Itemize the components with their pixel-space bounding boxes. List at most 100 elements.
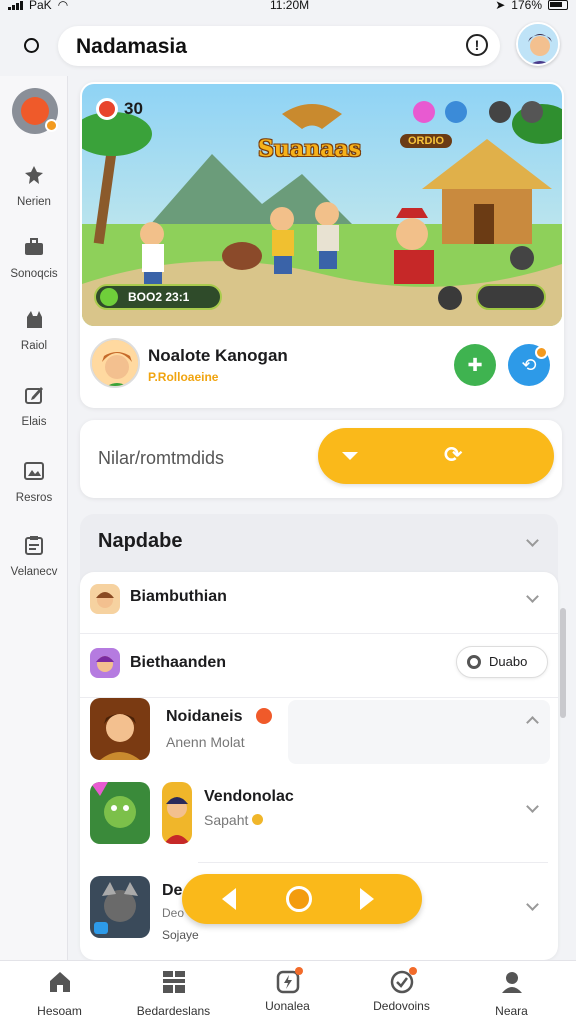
info-icon[interactable]: ! <box>466 34 488 56</box>
wifi-icon: ◠ <box>57 0 69 12</box>
previous-button[interactable] <box>222 888 236 910</box>
player-name: Noalote Kanogan <box>148 346 288 365</box>
item-name: De <box>162 882 183 899</box>
featured-game-card[interactable]: 30 Suanaas ORDIO BOO2 23:1 Noalote Kanog… <box>80 82 564 408</box>
sidebar-item-label: Velanecv <box>10 566 58 578</box>
carrier-label: PaK <box>29 0 52 12</box>
banner-action-bar[interactable] <box>476 284 546 310</box>
chevron-down-icon[interactable] <box>526 590 539 603</box>
floating-player-controls <box>182 874 422 924</box>
signal-icon <box>8 0 23 10</box>
score-ring-icon <box>96 98 118 120</box>
divider <box>198 862 548 863</box>
nav-label: Bedardeslans <box>136 1004 211 1018</box>
bolt-badge-icon <box>275 967 303 995</box>
item-name: Vendonolac <box>204 788 294 805</box>
banner-title: Suanaas <box>258 136 362 162</box>
share-icon: ⟲ <box>521 355 537 375</box>
sidebar-item-sonoqcis[interactable]: Sonoqcis <box>0 236 68 296</box>
banner-coin-counter[interactable]: BOO2 23:1 <box>94 284 222 310</box>
chevron-down-icon[interactable] <box>526 800 539 813</box>
notification-dot <box>408 967 417 975</box>
banner-score-value: 30 <box>124 99 143 118</box>
figure-icon <box>25 166 43 184</box>
sidebar-item-label: Elais <box>21 416 47 428</box>
sidebar-item-label: Raiol <box>20 340 48 352</box>
player-subtitle: P.Rolloaeine <box>148 370 219 384</box>
coin-icon <box>252 814 263 825</box>
play-button[interactable]: ✚ <box>454 344 496 386</box>
cat-icon <box>27 311 42 328</box>
chevron-down-icon[interactable] <box>526 898 539 911</box>
pill-label: Duabo <box>489 654 528 669</box>
grid-icon <box>162 971 185 993</box>
location-icon: ➤ <box>495 0 506 12</box>
list-header: Napdabe <box>98 530 183 552</box>
item-subtitle: Sapaht <box>204 812 249 828</box>
item-thumbnail-secondary[interactable] <box>162 782 192 844</box>
item-name: Noidaneis <box>166 708 243 725</box>
item-subtitle: Anenn Molat <box>166 734 245 750</box>
item-thumbnail <box>90 584 120 614</box>
item-thumbnail[interactable] <box>90 782 150 844</box>
clipboard-icon <box>25 536 43 555</box>
banner-score: 30 <box>96 98 143 120</box>
bottom-nav: Hesoam Bedardeslans Uonalea Dedovoins Ne… <box>0 960 576 1024</box>
item-thumbnail[interactable] <box>90 698 150 760</box>
game-banner[interactable]: 30 Suanaas ORDIO BOO2 23:1 <box>82 84 562 326</box>
sidebar-item-nerien[interactable]: Nerien <box>0 164 68 224</box>
gear-icon <box>467 655 481 669</box>
dropdown-sync-button[interactable]: ⟳ <box>318 428 554 484</box>
nav-label: Hesoam <box>37 1004 82 1018</box>
profile-avatar[interactable] <box>516 22 560 66</box>
sidebar-item-resros[interactable]: Resros <box>0 460 68 520</box>
item-name: Biambuthian <box>130 588 227 605</box>
sidebar-item-raiol[interactable]: Raiol <box>0 308 68 368</box>
pause-button[interactable] <box>286 886 312 912</box>
search-text: Nadamasia <box>76 35 187 58</box>
fire-badge-icon <box>256 708 272 724</box>
sidebar-item-label: Sonoqcis <box>10 268 58 280</box>
item-subtitle-2: Sojaye <box>162 928 199 942</box>
collapse-chevron-icon[interactable] <box>526 534 539 547</box>
status-bar: PaK ◠ 11:20M ➤ 176% <box>0 0 576 14</box>
caret-down-icon <box>342 452 358 460</box>
nav-hesoam[interactable]: Hesoam <box>2 969 117 1018</box>
list-item[interactable]: Biambuthian <box>80 572 558 634</box>
list-item[interactable]: Biethaanden Duabo <box>80 634 558 698</box>
sync-icon: ⟳ <box>444 442 463 467</box>
banner-gold-badge: ORDIO <box>400 134 453 148</box>
item-subtitle: Deo <box>162 906 185 920</box>
scrollbar[interactable] <box>560 608 566 718</box>
nav-neara[interactable]: Neara <box>454 969 569 1018</box>
sidebar-avatar[interactable] <box>12 88 58 134</box>
nav-bedardeslans[interactable]: Bedardeslans <box>116 969 231 1018</box>
status-time: 11:20M <box>270 0 310 12</box>
controller-icon: ✚ <box>467 355 483 375</box>
notification-dot <box>294 967 303 975</box>
edit-icon <box>25 387 43 404</box>
person-icon <box>501 972 522 993</box>
nav-label: Neara <box>495 1004 528 1018</box>
sidebar-item-elais[interactable]: Elais <box>0 384 68 444</box>
input-placeholder[interactable]: Nilar/romtmdids <box>98 448 224 469</box>
sidebar-item-label: Nerien <box>17 196 51 208</box>
duabo-pill-button[interactable]: Duabo <box>456 646 548 678</box>
item-thumbnail[interactable] <box>90 876 150 938</box>
item-name: Biethaanden <box>130 654 227 671</box>
check-circle-icon <box>389 967 417 995</box>
battery-icon <box>548 0 568 10</box>
nav-dedovoins[interactable]: Dedovoins <box>344 967 459 1013</box>
nav-label: Dedovoins <box>373 999 430 1013</box>
menu-icon[interactable] <box>24 38 39 53</box>
share-button[interactable]: ⟲ <box>508 344 550 386</box>
selected-row-highlight <box>288 700 550 764</box>
item-thumbnail <box>90 648 120 678</box>
nav-uonalea[interactable]: Uonalea <box>230 967 345 1013</box>
input-card: Nilar/romtmdids ⟳ <box>80 420 562 498</box>
next-button[interactable] <box>360 888 374 910</box>
player-avatar[interactable] <box>90 338 140 388</box>
sidebar-item-velanecv[interactable]: Velanecv <box>0 534 68 594</box>
search-field[interactable]: Nadamasia ! <box>58 26 500 66</box>
sidebar-item-label: Resros <box>15 492 53 504</box>
